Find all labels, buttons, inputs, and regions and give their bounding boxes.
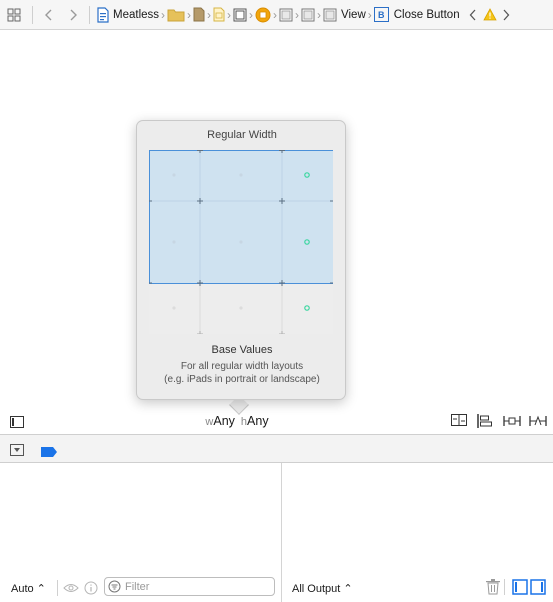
debug-bar: [0, 434, 553, 463]
separator: [89, 5, 90, 24]
info-icon[interactable]: [84, 581, 98, 595]
size-class-grid-diagram: [149, 150, 333, 334]
related-items-button[interactable]: [0, 0, 28, 30]
separator: [504, 579, 505, 595]
stack-button[interactable]: [451, 414, 467, 426]
popover-description-line-2: (e.g. iPads in portrait or landscape): [164, 374, 320, 385]
chevron-right-icon: [70, 9, 77, 20]
separator: [56, 580, 58, 596]
view-icon: [279, 8, 293, 21]
chevron-right-icon: ›: [249, 7, 254, 22]
chevron-right-icon: ›: [367, 7, 372, 22]
console-output-select[interactable]: All Output ⌃: [292, 582, 353, 595]
filter-placeholder: Filter: [125, 580, 150, 593]
breakpoint-icon: [41, 447, 57, 457]
breadcrumb-storyboard[interactable]: [213, 0, 225, 30]
stack-icon: [451, 414, 467, 426]
project-name: Meatless: [113, 8, 160, 21]
separator: [32, 5, 33, 24]
breadcrumb-close-button[interactable]: B Close Button: [373, 0, 460, 30]
breakpoints-toggle-button[interactable]: [41, 444, 57, 462]
height-value: Any: [247, 414, 269, 428]
chevron-left-icon: [45, 9, 52, 20]
breadcrumb-view-label: View: [341, 8, 366, 21]
jump-bar: Meatless › › › › › › › › View › B Close …: [0, 0, 553, 30]
breadcrumb-view-2[interactable]: [301, 0, 315, 30]
chevron-right-icon: ›: [187, 7, 192, 22]
chevron-right-icon: ›: [295, 7, 300, 22]
resolve-issues-icon: [529, 415, 547, 426]
resolve-issues-button[interactable]: [529, 414, 547, 428]
size-class-popover: Regular Width Base Values For all regula…: [136, 120, 346, 400]
breadcrumb-scene[interactable]: [233, 0, 247, 30]
variables-scope-select[interactable]: Auto ⌃: [11, 582, 46, 595]
project-file-icon: [97, 6, 109, 23]
chevron-right-icon: ›: [317, 7, 322, 22]
breadcrumb-project[interactable]: Meatless: [94, 0, 159, 30]
document-icon: [193, 7, 205, 22]
forward-button[interactable]: [61, 0, 85, 30]
filter-icon: [108, 580, 121, 593]
regular-width-selection: [149, 150, 333, 284]
show-console-view-icon[interactable]: [530, 579, 546, 595]
align-button[interactable]: [477, 414, 493, 428]
previous-issue-button[interactable]: [464, 0, 482, 30]
popover-heading: Base Values: [211, 344, 273, 356]
storyboard-file-icon: [213, 7, 225, 22]
chevron-right-icon: ›: [273, 7, 278, 22]
breadcrumb-group[interactable]: [193, 0, 205, 30]
eye-icon[interactable]: [63, 582, 79, 594]
popover-description-line-1: For all regular width layouts: [180, 361, 304, 372]
folder-icon: [167, 9, 185, 21]
debug-area-toggle-icon: [10, 444, 24, 456]
align-icon: [477, 414, 492, 428]
chevron-right-icon: [503, 9, 509, 20]
variables-filter-field[interactable]: Filter: [104, 577, 275, 596]
popover-title: Regular Width: [207, 129, 277, 141]
trash-icon[interactable]: [486, 579, 500, 595]
chevron-right-icon: ›: [227, 7, 232, 22]
grid-icon: [7, 8, 21, 21]
back-button[interactable]: [37, 0, 61, 30]
breadcrumb-view-controller[interactable]: [255, 0, 271, 30]
chevron-right-icon: ›: [207, 7, 212, 22]
pin-icon: [503, 416, 521, 426]
width-value: Any: [213, 414, 235, 428]
chevron-left-icon: [469, 9, 476, 20]
console-toolbar: All Output ⌃: [282, 576, 553, 600]
size-class-grid[interactable]: [149, 150, 333, 334]
breadcrumb-view-1[interactable]: [279, 0, 293, 30]
breadcrumb-button-label: Close Button: [393, 8, 460, 21]
chevron-right-icon: ›: [161, 7, 166, 22]
pin-button[interactable]: [503, 414, 521, 428]
view-icon: [323, 8, 337, 21]
scene-icon: [233, 8, 247, 21]
button-badge-icon: B: [373, 7, 389, 22]
show-variables-view-icon[interactable]: [512, 579, 528, 595]
issue-warning-button[interactable]: [482, 0, 498, 30]
next-issue-button[interactable]: [498, 0, 514, 30]
view-controller-icon: [255, 7, 271, 22]
view-icon: [301, 8, 315, 21]
breadcrumb-folder[interactable]: [167, 0, 185, 30]
warning-icon: [482, 8, 497, 21]
hide-debug-area-button[interactable]: [10, 443, 24, 461]
breadcrumb-view-3[interactable]: View: [323, 0, 366, 30]
size-class-selector[interactable]: wAny hAny: [0, 414, 480, 428]
